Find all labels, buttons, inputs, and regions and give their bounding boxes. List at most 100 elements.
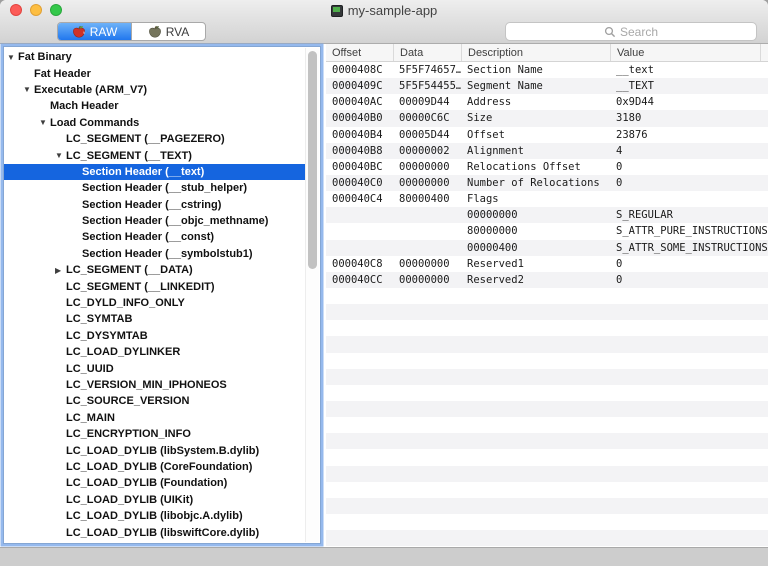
tree-item[interactable]: LC_DYSYMTAB — [4, 328, 306, 344]
tree-item[interactable]: LC_SEGMENT (__LINKEDIT) — [4, 278, 306, 294]
tree-item[interactable]: Section Header (__const) — [4, 229, 306, 245]
tree-item-label: Section Header (__objc_methname) — [82, 215, 269, 228]
tree-item-label: Section Header (__cstring) — [82, 198, 222, 211]
table-row[interactable]: 000040C0 00000000 Number of Relocations … — [326, 174, 768, 192]
disclosure-triangle-icon[interactable]: ▼ — [39, 118, 50, 127]
window-chrome: my-sample-app RAW RVA Search — [0, 0, 768, 44]
table-row[interactable]: 80000000 S_ATTR_PURE_INSTRUCTIONS — [326, 223, 768, 239]
tree-item[interactable]: Mach Header — [4, 98, 306, 114]
table-row[interactable]: 00000400 S_ATTR_SOME_INSTRUCTIONS — [326, 239, 768, 256]
tree-item[interactable]: LC_VERSION_MIN_IPHONEOS — [4, 377, 306, 393]
tree-item[interactable]: LC_ENCRYPTION_INFO — [4, 426, 306, 442]
table-row[interactable]: 000040B4 00005D44 Offset 23876 — [326, 127, 768, 143]
tree-item[interactable]: ▼ Load Commands — [4, 115, 306, 131]
tree-item-label: LC_SEGMENT (__LINKEDIT) — [66, 280, 215, 293]
tree-item[interactable]: LC_SYMTAB — [4, 311, 306, 327]
table-row[interactable] — [326, 288, 768, 304]
segment-raw[interactable]: RAW — [58, 23, 131, 40]
column-header-value[interactable]: Value — [610, 44, 760, 61]
cell-data: 00000000 — [399, 160, 450, 173]
cell-description: Section Name — [467, 64, 543, 77]
table-row[interactable] — [326, 497, 768, 514]
table-row[interactable] — [326, 336, 768, 353]
table-row[interactable]: 000040BC 00000000 Relocations Offset 0 — [326, 159, 768, 175]
table-row[interactable] — [326, 482, 768, 498]
disclosure-triangle-icon[interactable]: ▼ — [55, 151, 66, 160]
table-row[interactable] — [326, 417, 768, 433]
tree-item[interactable]: LC_LOAD_DYLIB (libobjc.A.dylib) — [4, 508, 306, 524]
table-row[interactable]: 000040AC 00009D44 Address 0x9D44 — [326, 94, 768, 110]
table-row[interactable]: 000040B8 00000002 Alignment 4 — [326, 142, 768, 159]
cell-data: 5F5F74657… — [399, 64, 461, 77]
tree-item[interactable]: LC_MAIN — [4, 410, 306, 426]
table-row[interactable]: 000040B0 00000C6C Size 3180 — [326, 110, 768, 127]
cell-description: Flags — [467, 193, 499, 206]
tree-item-label: Load Commands — [50, 116, 140, 129]
tree-item-label: LC_LOAD_DYLIB (UIKit) — [66, 493, 194, 506]
table-row[interactable] — [326, 433, 768, 450]
tree-item-label: LC_DYSYMTAB — [66, 329, 148, 342]
tree-item[interactable]: LC_LOAD_DYLIB (CoreFoundation) — [4, 459, 306, 475]
tree-item-label: LC_SEGMENT (__TEXT) — [66, 149, 192, 162]
table-row[interactable] — [326, 514, 768, 530]
tree-item-label: LC_LOAD_DYLIB (libobjc.A.dylib) — [66, 510, 243, 523]
table-row[interactable]: 000040C8 00000000 Reserved1 0 — [326, 256, 768, 272]
disclosure-triangle-icon[interactable]: ▼ — [23, 85, 34, 94]
toolbar: RAW RVA Search — [0, 21, 768, 44]
table-row[interactable] — [326, 400, 768, 418]
tree-item[interactable]: LC_LOAD_DYLIB (Foundation) — [4, 475, 306, 491]
column-header-offset[interactable]: Offset — [326, 44, 393, 61]
tree-item[interactable]: Section Header (__text) — [4, 163, 306, 181]
disclosure-triangle-icon[interactable]: ▶ — [55, 266, 66, 275]
tree-item[interactable]: LC_LOAD_DYLINKER — [4, 344, 306, 360]
table-row[interactable]: 000040CC 00000000 Reserved2 0 — [326, 271, 768, 288]
cell-offset: 000040AC — [332, 96, 383, 109]
cell-offset: 000040C4 — [332, 193, 383, 206]
segment-rva[interactable]: RVA — [131, 23, 205, 40]
cell-offset: 000040B0 — [332, 112, 383, 125]
cell-value: S_ATTR_PURE_INSTRUCTIONS — [616, 225, 768, 238]
tree-item-label: LC_VERSION_MIN_IPHONEOS — [66, 379, 227, 391]
tree-item[interactable]: LC_DYLD_INFO_ONLY — [4, 295, 306, 311]
cell-value: 4 — [616, 144, 623, 157]
cell-description: 00000000 — [467, 209, 518, 222]
tree-item[interactable]: LC_LOAD_DYLIB (libSystem.B.dylib) — [4, 442, 306, 458]
tree-scrollbar-thumb[interactable] — [308, 51, 317, 269]
tree-item[interactable]: LC_LOAD_DYLIB (…) — [4, 541, 306, 544]
search-input[interactable]: Search — [505, 22, 757, 41]
content-area: ▼ Fat Binary Fat Header ▼ Executable (ARM_… — [0, 44, 768, 547]
table-row[interactable] — [326, 465, 768, 482]
column-header-description[interactable]: Description — [461, 44, 610, 61]
tree-item[interactable]: ▶ LC_SEGMENT (__DATA) — [4, 262, 306, 278]
table-row[interactable]: 000040C4 80000400 Flags — [326, 191, 768, 207]
table-row[interactable]: 00000000 S_REGULAR — [326, 207, 768, 224]
table-row[interactable] — [326, 385, 768, 401]
tree-item[interactable]: ▼ Fat Binary — [4, 49, 306, 65]
tree-item[interactable]: Section Header (__symbolstub1) — [4, 246, 306, 262]
column-header-data[interactable]: Data — [393, 44, 461, 61]
tree-item[interactable]: Section Header (__stub_helper) — [4, 180, 306, 196]
tree-item[interactable]: LC_LOAD_DYLIB (UIKit) — [4, 492, 306, 508]
cell-offset: 0000408C — [332, 64, 383, 77]
table-row[interactable] — [326, 353, 768, 369]
table-row[interactable]: 0000409C 5F5F54455… Segment Name __TEXT — [326, 78, 768, 95]
table-row[interactable] — [326, 320, 768, 336]
tree-item[interactable]: Fat Header — [4, 65, 306, 81]
table-row[interactable] — [326, 304, 768, 321]
table-row[interactable] — [326, 368, 768, 385]
tree-item[interactable]: ▼ Executable (ARM_V7) — [4, 82, 306, 98]
tree-item[interactable]: LC_SEGMENT (__PAGEZERO) — [4, 131, 306, 147]
table-row[interactable]: 0000408C 5F5F74657… Section Name __text — [326, 62, 768, 78]
tree-item[interactable]: LC_LOAD_DYLIB (libswiftCore.dylib) — [4, 524, 306, 540]
table-row[interactable] — [326, 530, 768, 547]
tree-scrollbar[interactable] — [305, 48, 319, 542]
tree-item[interactable]: LC_SOURCE_VERSION — [4, 393, 306, 409]
table-row[interactable] — [326, 449, 768, 465]
tree-item[interactable]: Section Header (__cstring) — [4, 197, 306, 213]
tree-item[interactable]: Section Header (__objc_methname) — [4, 213, 306, 229]
tree-item[interactable]: ▼ LC_SEGMENT (__TEXT) — [4, 147, 306, 163]
tree-item[interactable]: LC_UUID — [4, 360, 306, 376]
disclosure-triangle-icon[interactable]: ▼ — [7, 53, 18, 62]
cell-data: 00000000 — [399, 273, 450, 286]
detail-table-pane: Offset Data Description Value 0000408C 5… — [326, 44, 768, 547]
